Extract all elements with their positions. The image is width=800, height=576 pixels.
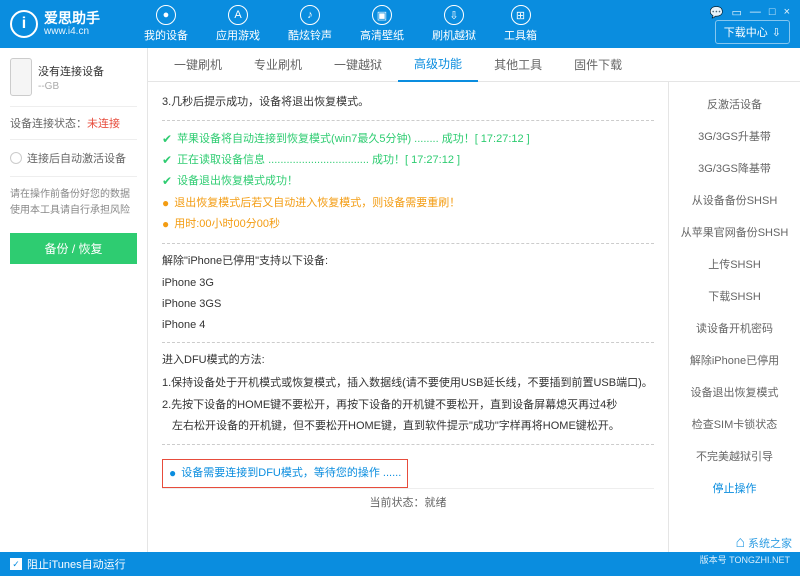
rp-tethered-boot[interactable]: 不完美越狱引导 bbox=[669, 440, 800, 472]
main-nav: ●我的设备 A应用游戏 ♪酷炫铃声 ▣高清壁纸 ⇩刷机越狱 ⊞工具箱 bbox=[130, 1, 551, 47]
rp-exit-recovery[interactable]: 设备退出恢复模式 bbox=[669, 376, 800, 408]
device-list-item: iPhone 3G bbox=[162, 274, 654, 293]
device-capacity: --GB bbox=[38, 81, 104, 92]
backup-restore-button[interactable]: 备份 / 恢复 bbox=[10, 233, 137, 264]
rp-read-passcode[interactable]: 读设备开机密码 bbox=[669, 312, 800, 344]
warn-icon: ● bbox=[162, 193, 169, 213]
rp-3g-down[interactable]: 3G/3GS降基带 bbox=[669, 152, 800, 184]
tab-pro-flash[interactable]: 专业刷机 bbox=[238, 48, 318, 82]
skin-icon[interactable]: ▭ bbox=[732, 6, 742, 19]
sidebar: 没有连接设备 --GB 设备连接状态：未连接 连接后自动激活设备 请在操作前备份… bbox=[0, 48, 148, 552]
rp-deactivate[interactable]: 反激活设备 bbox=[669, 88, 800, 120]
device-box: 没有连接设备 --GB bbox=[10, 58, 137, 96]
auto-activate-option[interactable]: 连接后自动激活设备 bbox=[10, 140, 137, 177]
watermark: ⌂ 系统之家 bbox=[735, 534, 792, 552]
tab-advanced[interactable]: 高级功能 bbox=[398, 48, 478, 82]
device-image-icon bbox=[10, 58, 32, 96]
unlock-section-title: 解除"iPhone已停用"支持以下设备: bbox=[162, 252, 654, 271]
maximize-icon[interactable]: □ bbox=[769, 6, 776, 19]
download-icon: ⇩ bbox=[772, 26, 781, 39]
device-list-item: iPhone 3GS bbox=[162, 295, 654, 314]
dfu-step: 1.保持设备处于开机模式或恢复模式，插入数据线(请不要使用USB延长线，不要插到… bbox=[162, 374, 654, 393]
radio-icon bbox=[10, 152, 22, 164]
check-icon: ✔ bbox=[162, 171, 172, 191]
check-icon: ✔ bbox=[162, 150, 172, 170]
warning-text: 请在操作前备份好您的数据 使用本工具请自行承担风险 bbox=[10, 177, 137, 229]
nav-my-device[interactable]: ●我的设备 bbox=[130, 1, 202, 47]
house-icon: ⌂ bbox=[735, 534, 745, 552]
download-center-button[interactable]: 下载中心⇩ bbox=[715, 20, 790, 44]
nav-ringtones[interactable]: ♪酷炫铃声 bbox=[274, 1, 346, 47]
minimize-icon[interactable]: — bbox=[750, 6, 761, 19]
footer-label: 阻止iTunes自动运行 bbox=[27, 556, 126, 572]
app-url: www.i4.cn bbox=[44, 26, 100, 37]
log-line: ✔苹果设备将自动连接到恢复模式(win7最久5分钟) ........ 成功！[… bbox=[162, 129, 654, 149]
app-logo-icon: i bbox=[10, 10, 38, 38]
dfu-section-title: 进入DFU模式的方法: bbox=[162, 351, 654, 370]
log-area: 3.几秒后提示成功，设备将退出恢复模式。 ✔苹果设备将自动连接到恢复模式(win… bbox=[148, 82, 668, 552]
app-header: i 爱思助手 www.i4.cn ●我的设备 A应用游戏 ♪酷炫铃声 ▣高清壁纸… bbox=[0, 0, 800, 48]
rp-unlock-disabled[interactable]: 解除iPhone已停用 bbox=[669, 344, 800, 376]
dfu-step: 左右松开设备的开机键，但不要松开HOME键，直到软件提示"成功"字样再将HOME… bbox=[162, 417, 654, 436]
check-icon: ✔ bbox=[162, 129, 172, 149]
chat-icon[interactable]: 💬 bbox=[710, 6, 724, 19]
rp-upload-shsh[interactable]: 上传SHSH bbox=[669, 248, 800, 280]
tab-firmware[interactable]: 固件下载 bbox=[558, 48, 638, 82]
tab-other-tools[interactable]: 其他工具 bbox=[478, 48, 558, 82]
nav-wallpapers[interactable]: ▣高清壁纸 bbox=[346, 1, 418, 47]
window-controls: 💬 ▭ — □ × bbox=[710, 6, 790, 19]
close-icon[interactable]: × bbox=[784, 6, 790, 19]
nav-flash[interactable]: ⇩刷机越狱 bbox=[418, 1, 490, 47]
rp-backup-shsh-apple[interactable]: 从苹果官网备份SHSH bbox=[669, 216, 800, 248]
log-line: 3.几秒后提示成功，设备将退出恢复模式。 bbox=[162, 93, 654, 112]
rp-backup-shsh-device[interactable]: 从设备备份SHSH bbox=[669, 184, 800, 216]
right-panel: 反激活设备 3G/3GS升基带 3G/3GS降基带 从设备备份SHSH 从苹果官… bbox=[668, 82, 800, 552]
device-list-item: iPhone 4 bbox=[162, 316, 654, 335]
checkbox-icon[interactable]: ✓ bbox=[10, 558, 22, 570]
rp-3g-up[interactable]: 3G/3GS升基带 bbox=[669, 120, 800, 152]
tab-bar: 一键刷机 专业刷机 一键越狱 高级功能 其他工具 固件下载 bbox=[148, 48, 800, 82]
tab-oneclick-flash[interactable]: 一键刷机 bbox=[158, 48, 238, 82]
rp-stop[interactable]: 停止操作 bbox=[669, 472, 800, 504]
dfu-step: 2.先按下设备的HOME键不要松开，再按下设备的开机键不要松开，直到设备屏幕熄灭… bbox=[162, 396, 654, 415]
device-name: 没有连接设备 bbox=[38, 63, 104, 79]
log-line: ✔正在读取设备信息 ..............................… bbox=[162, 150, 654, 170]
dfu-waiting-highlight: ● 设备需要连接到DFU模式，等待您的操作 ...... bbox=[162, 459, 408, 487]
tab-jailbreak[interactable]: 一键越狱 bbox=[318, 48, 398, 82]
status-bar: 当前状态：就绪 bbox=[162, 488, 654, 518]
log-line: ●退出恢复模式后若又自动进入恢复模式，则设备需要重刷！ bbox=[162, 193, 654, 213]
info-icon: ● bbox=[169, 463, 176, 483]
app-title: 爱思助手 bbox=[44, 11, 100, 26]
nav-apps[interactable]: A应用游戏 bbox=[202, 1, 274, 47]
footer: ✓ 阻止iTunes自动运行 bbox=[0, 552, 800, 576]
rp-check-sim[interactable]: 检查SIM卡锁状态 bbox=[669, 408, 800, 440]
nav-toolbox[interactable]: ⊞工具箱 bbox=[490, 1, 551, 47]
clock-icon: ● bbox=[162, 214, 169, 234]
logo-area: i 爱思助手 www.i4.cn bbox=[10, 10, 100, 38]
watermark-sub: 版本号 TONGZHI.NET bbox=[700, 553, 790, 566]
log-line: ✔设备退出恢复模式成功！ bbox=[162, 171, 654, 191]
rp-download-shsh[interactable]: 下载SHSH bbox=[669, 280, 800, 312]
connection-status: 设备连接状态：未连接 bbox=[10, 106, 137, 140]
log-line: ●用时:00小时00分00秒 bbox=[162, 214, 654, 234]
